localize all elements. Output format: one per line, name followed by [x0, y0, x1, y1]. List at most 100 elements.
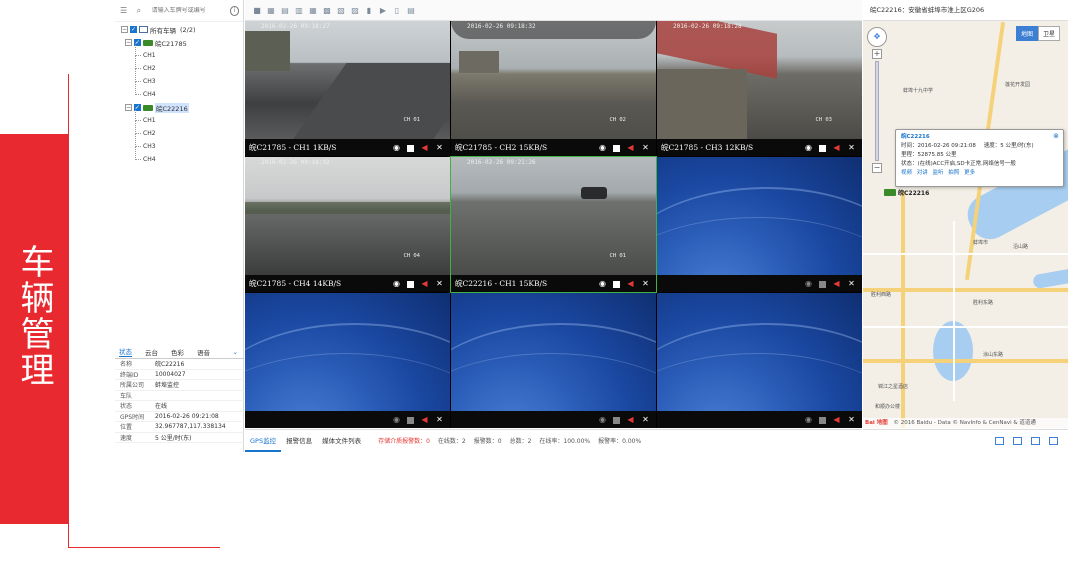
tab-media-files[interactable]: 媒体文件列表 — [317, 430, 366, 452]
layout-9-icon[interactable]: ▦ — [308, 6, 318, 15]
video-cell-empty[interactable]: ◉ ◀ ✕ — [657, 157, 862, 292]
search-icon[interactable]: ⌕ — [134, 6, 143, 16]
map-pan-control-icon[interactable]: ✥ — [867, 27, 887, 47]
popup-link-listen[interactable]: 监听 — [933, 170, 944, 176]
layout-36-icon[interactable]: ▨ — [350, 6, 360, 15]
camera-icon[interactable]: ◉ — [804, 279, 813, 288]
list-icon[interactable]: ☰ — [119, 6, 128, 16]
close-icon[interactable]: ✕ — [435, 279, 444, 288]
layout-25-icon[interactable]: ▧ — [336, 6, 346, 15]
speaker-icon[interactable]: ◀ — [420, 279, 429, 288]
tab-gps-monitor[interactable]: GPS监控 — [245, 430, 282, 452]
popup-link-video[interactable]: 视频 — [901, 170, 912, 176]
tab-status[interactable]: 状态 — [119, 346, 132, 357]
layout-4-icon[interactable]: ▦ — [266, 6, 276, 15]
stop-icon[interactable] — [407, 280, 414, 288]
layout-16-icon[interactable]: ▩ — [322, 6, 332, 15]
tab-color[interactable]: 色彩 — [171, 347, 184, 357]
video-cell-empty[interactable]: ◉ ◀ ✕ — [451, 293, 656, 428]
stop-icon[interactable] — [819, 280, 826, 288]
speaker-icon[interactable]: ◀ — [626, 415, 635, 424]
video-placeholder[interactable] — [657, 157, 862, 275]
zoom-in-icon[interactable]: + — [872, 49, 882, 59]
video-cell-empty[interactable]: ◉ ◀ ✕ — [657, 293, 862, 428]
video-placeholder[interactable] — [451, 293, 656, 411]
camera-icon[interactable]: ◉ — [804, 415, 813, 424]
collapse-icon[interactable]: − — [121, 26, 128, 33]
close-icon[interactable]: ✕ — [847, 143, 856, 152]
map-view[interactable]: 蚌埠十九中学 莲花开发园 蚌埠市 沿山路 胜利西路 胜利东路 涂山东路 锦江之星… — [863, 21, 1068, 428]
map-tool-window-icon[interactable] — [1031, 436, 1040, 445]
video-cell[interactable]: 2016-02-26 09:18:28 CH 03 皖C21785 - CH3 … — [657, 21, 862, 156]
close-icon[interactable]: ✕ — [847, 279, 856, 288]
speaker-icon[interactable]: ◀ — [832, 143, 841, 152]
map-tool-share-icon[interactable] — [1013, 436, 1022, 445]
camera-icon[interactable]: ◉ — [804, 143, 813, 152]
camera-icon[interactable]: ◉ — [598, 143, 607, 152]
video-feed[interactable]: 2016-02-26 09:18:32 CH 04 — [245, 157, 450, 275]
layout-1-icon[interactable]: ■ — [252, 6, 262, 15]
popup-link-talk[interactable]: 对讲 — [917, 170, 928, 176]
video-placeholder[interactable] — [657, 293, 862, 411]
map-tool-fullscreen-icon[interactable] — [1049, 436, 1058, 445]
camera-icon[interactable]: ◉ — [392, 143, 401, 152]
map-type-map[interactable]: 地图 — [1015, 26, 1038, 41]
stop-icon[interactable] — [819, 416, 826, 424]
speaker-icon[interactable]: ◀ — [626, 279, 635, 288]
speaker-icon[interactable]: ◀ — [626, 143, 635, 152]
stop-all-icon[interactable]: ▮ — [364, 6, 374, 15]
stop-icon[interactable] — [613, 280, 620, 288]
map-type-satellite[interactable]: 卫星 — [1037, 26, 1060, 41]
video-feed[interactable]: 2016-02-26 09:18:27 CH 01 — [245, 21, 450, 139]
speaker-icon[interactable]: ◀ — [832, 279, 841, 288]
tree-channel[interactable]: CH4 — [115, 82, 243, 101]
stop-icon[interactable] — [613, 416, 620, 424]
video-cell[interactable]: 2016-02-26 09:18:27 CH 01 皖C21785 - CH1 … — [245, 21, 450, 156]
video-placeholder[interactable] — [245, 293, 450, 411]
layout-8-icon[interactable]: ▥ — [294, 6, 304, 15]
stop-icon[interactable] — [407, 144, 414, 152]
tree-root[interactable]: − ✓ 所有车辆 (2/2) — [115, 23, 243, 36]
zoom-out-icon[interactable]: − — [872, 163, 882, 173]
video-cell[interactable]: 2016-02-26 09:18:32 CH 02 皖C21785 - CH2 … — [451, 21, 656, 156]
video-feed[interactable]: 2016-02-26 09:18:32 CH 02 — [451, 21, 656, 139]
tab-alarm-info[interactable]: 报警信息 — [281, 430, 317, 452]
stop-icon[interactable] — [613, 144, 620, 152]
close-icon[interactable]: ✕ — [641, 279, 650, 288]
collapse-icon[interactable]: − — [125, 39, 132, 46]
close-icon[interactable]: ✕ — [641, 415, 650, 424]
popup-link-photo[interactable]: 拍照 — [948, 170, 959, 176]
vehicle-search-input[interactable] — [151, 7, 230, 14]
speaker-icon[interactable]: ◀ — [420, 415, 429, 424]
popup-link-more[interactable]: 更多 — [964, 170, 975, 176]
camera-icon[interactable]: ◉ — [598, 415, 607, 424]
settings-icon[interactable]: ▤ — [406, 6, 416, 15]
speaker-icon[interactable]: ◀ — [832, 415, 841, 424]
tab-voice[interactable]: 语音 — [197, 347, 210, 357]
close-icon[interactable]: ✕ — [435, 415, 444, 424]
close-icon[interactable]: ✕ — [641, 143, 650, 152]
collapse-icon[interactable]: − — [125, 104, 132, 111]
zoom-slider[interactable] — [875, 61, 879, 161]
close-all-icon[interactable]: ▯ — [392, 6, 402, 15]
map-tool-edit-icon[interactable] — [995, 436, 1004, 445]
camera-icon[interactable]: ◉ — [598, 279, 607, 288]
info-icon[interactable]: i — [229, 5, 239, 16]
video-cell-empty[interactable]: ◉ ◀ ✕ — [245, 293, 450, 428]
video-feed[interactable]: 2016-02-26 09:21:26 CH 01 — [451, 157, 656, 275]
stop-icon[interactable] — [407, 416, 414, 424]
camera-icon[interactable]: ◉ — [392, 415, 401, 424]
video-cell-selected[interactable]: 2016-02-26 09:21:26 CH 01 皖C22216 - CH1 … — [450, 156, 657, 293]
tree-channel[interactable]: CH4 — [115, 147, 243, 166]
tab-ptz[interactable]: 云台 — [145, 347, 158, 357]
play-all-icon[interactable]: ▶ — [378, 6, 388, 15]
close-icon[interactable]: ✕ — [435, 143, 444, 152]
video-feed[interactable]: 2016-02-26 09:18:28 CH 03 — [657, 21, 862, 139]
video-cell[interactable]: 2016-02-26 09:18:32 CH 04 皖C21785 - CH4 … — [245, 157, 450, 292]
checkbox-checked-icon[interactable]: ✓ — [130, 26, 137, 33]
stop-icon[interactable] — [819, 144, 826, 152]
speaker-icon[interactable]: ◀ — [420, 143, 429, 152]
vehicle-marker[interactable]: 皖C22216 — [884, 188, 929, 197]
chevron-down-icon[interactable]: ⌄ — [233, 348, 238, 356]
camera-icon[interactable]: ◉ — [392, 279, 401, 288]
